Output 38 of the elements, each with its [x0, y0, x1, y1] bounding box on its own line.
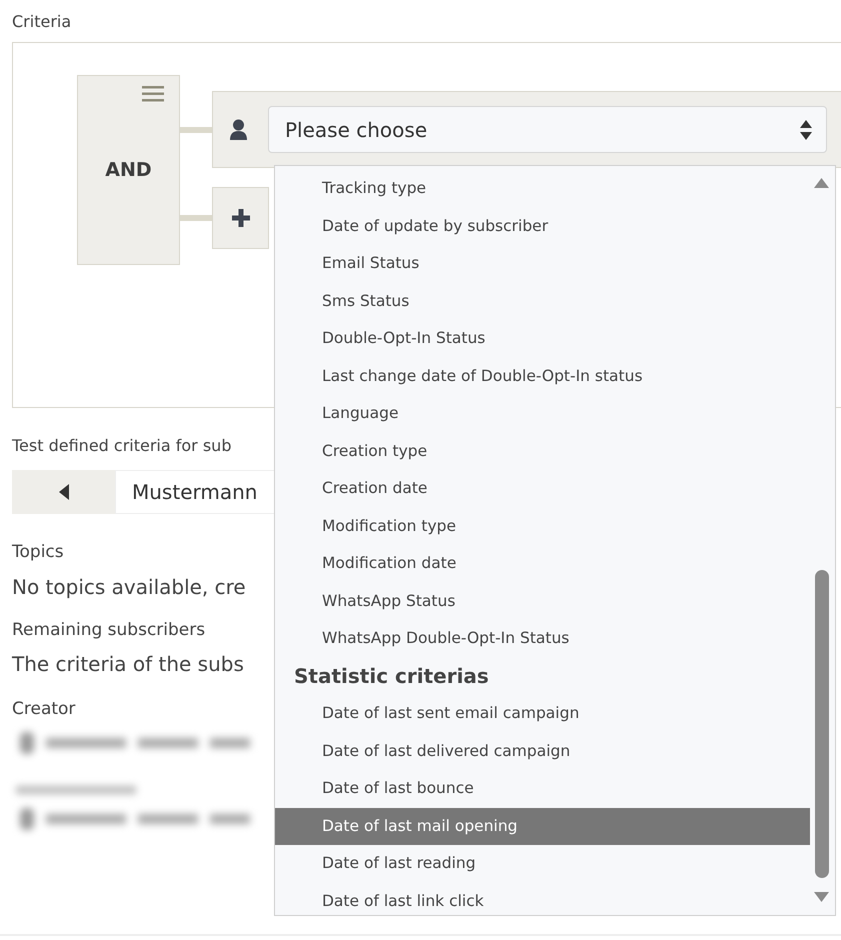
dropdown-option[interactable]: Date of last delivered campaign — [275, 732, 810, 770]
scroll-down-icon[interactable] — [814, 892, 829, 902]
dropdown-option[interactable]: Last change date of Double-Opt-In status — [275, 358, 810, 395]
topics-label: Topics — [12, 541, 64, 564]
topics-text: No topics available, cre — [12, 574, 246, 600]
remaining-text: The criteria of the subs — [12, 651, 244, 678]
add-button[interactable] — [212, 187, 269, 249]
dropdown-option[interactable]: WhatsApp Status — [275, 582, 810, 620]
option-group-header: Statistic criterias — [293, 663, 490, 690]
dropdown-option[interactable]: Date of last link click — [275, 882, 810, 920]
dropdown-option[interactable]: Creation date — [275, 470, 810, 508]
caret-left-icon — [58, 484, 68, 500]
dropdown-option[interactable]: Date of update by subscriber — [275, 208, 810, 245]
dropdown-option[interactable]: Email Status — [275, 245, 810, 282]
remaining-label: Remaining subscribers — [12, 618, 206, 642]
section-label: Criteria — [12, 12, 72, 31]
dropdown-option[interactable]: Sms Status — [275, 282, 810, 320]
dropdown-option[interactable]: Creation type — [275, 432, 810, 470]
creator-label: Creator — [12, 698, 76, 721]
dropdown-option[interactable]: Tracking type — [275, 170, 810, 208]
scrollbar-thumb[interactable] — [815, 570, 829, 878]
dropdown-option[interactable]: Date of last bounce — [275, 770, 810, 808]
dropdown-option[interactable]: Language — [275, 395, 810, 432]
test-label: Test defined criteria for sub — [12, 436, 232, 455]
dropdown-option[interactable]: Date of last mail opening — [275, 808, 810, 845]
dropdown-option[interactable]: Modification date — [275, 545, 810, 582]
menu-icon[interactable] — [142, 85, 164, 103]
dropdown-option[interactable]: Date of last sent email campaign — [275, 695, 810, 732]
dropdown-option[interactable]: Double-Opt-In Status — [275, 320, 810, 358]
dropdown-option[interactable]: Date of last reading — [275, 845, 810, 882]
operator-label: AND — [105, 158, 152, 183]
dropdown-option[interactable]: WhatsApp Double-Opt-In Status — [275, 620, 810, 658]
criteria-select[interactable]: Please choose — [268, 106, 827, 153]
scroll-up-icon[interactable] — [814, 178, 829, 188]
plus-icon — [232, 209, 250, 227]
user-icon — [230, 118, 247, 140]
dropdown-option[interactable]: Modification type — [275, 508, 810, 545]
sort-arrows-icon — [800, 120, 812, 140]
